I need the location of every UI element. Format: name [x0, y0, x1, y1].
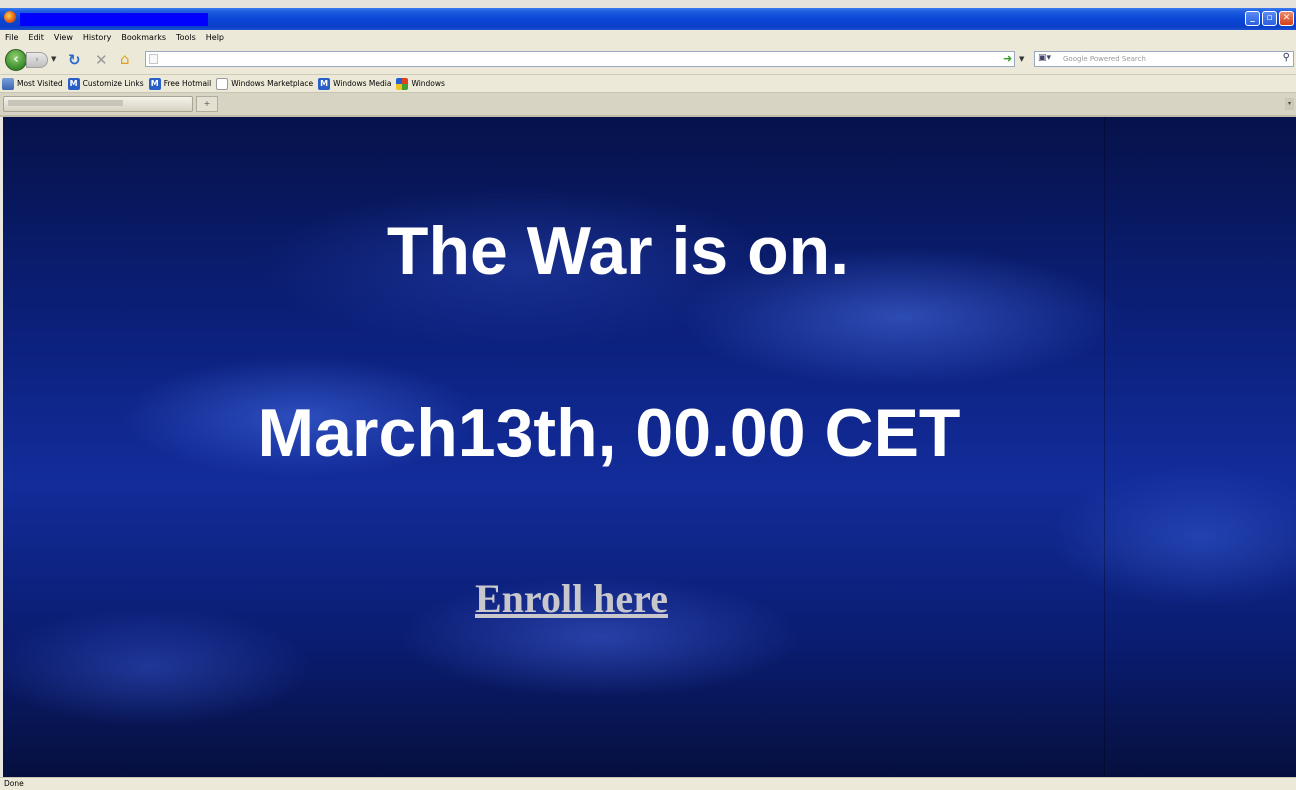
- firefox-icon[interactable]: [4, 11, 16, 23]
- forward-arrow-icon: ›: [35, 55, 39, 65]
- history-dropdown-icon[interactable]: ▼: [51, 55, 56, 63]
- forward-button[interactable]: ›: [26, 52, 48, 68]
- page-content: The War is on. March13th, 00.00 CET Enro…: [0, 117, 1296, 777]
- bookmarks-toolbar: Most Visited M Customize Links M Free Ho…: [0, 75, 1296, 93]
- minimize-button[interactable]: _: [1245, 11, 1260, 26]
- back-button[interactable]: ‹: [5, 49, 27, 71]
- tab-current[interactable]: [3, 96, 193, 112]
- tab-title: [8, 100, 123, 106]
- url-dropdown-icon[interactable]: ▼: [1019, 55, 1024, 63]
- menu-bookmarks[interactable]: Bookmarks: [116, 33, 171, 42]
- bookmark-label: Windows Media: [333, 79, 392, 88]
- page-icon: [216, 77, 229, 90]
- menu-edit[interactable]: Edit: [23, 33, 49, 42]
- menu-view[interactable]: View: [49, 33, 78, 42]
- menu-history[interactable]: History: [78, 33, 116, 42]
- go-arrow-icon[interactable]: ➜: [1003, 52, 1012, 65]
- url-bar[interactable]: [145, 51, 1015, 67]
- list-all-tabs-button[interactable]: ▾: [1285, 98, 1294, 110]
- msn-icon: M: [148, 77, 161, 90]
- bookmark-label: Customize Links: [82, 79, 144, 88]
- bookmark-windows-media[interactable]: M Windows Media: [316, 77, 394, 90]
- desktop-strip: [0, 0, 1296, 8]
- page-headline: The War is on.: [386, 213, 850, 289]
- status-text: Done: [4, 779, 24, 788]
- status-bar: Done: [0, 777, 1296, 790]
- window-title: [20, 13, 208, 26]
- home-icon[interactable]: ⌂: [120, 50, 130, 68]
- bookmark-most-visited[interactable]: Most Visited: [0, 77, 66, 90]
- msn-icon: M: [67, 77, 80, 90]
- maximize-button[interactable]: ▫: [1262, 11, 1277, 26]
- bookmark-label: Most Visited: [17, 79, 63, 88]
- enroll-link[interactable]: Enroll here: [475, 579, 668, 619]
- site-identity-icon[interactable]: [149, 54, 158, 64]
- menu-help[interactable]: Help: [201, 33, 229, 42]
- bookmark-customize-links[interactable]: M Customize Links: [66, 77, 147, 90]
- folder-icon: [2, 77, 14, 90]
- menu-bar: File Edit View History Bookmarks Tools H…: [0, 30, 1296, 44]
- msn-icon: M: [318, 77, 331, 90]
- bookmark-free-hotmail[interactable]: M Free Hotmail: [147, 77, 215, 90]
- tab-bar: + ▾: [0, 93, 1296, 117]
- search-input[interactable]: [1063, 53, 1273, 65]
- event-date: March13th, 00.00 CET: [257, 395, 961, 471]
- menu-tools[interactable]: Tools: [171, 33, 201, 42]
- stop-icon[interactable]: ✕: [95, 51, 108, 69]
- bookmark-label: Free Hotmail: [163, 79, 212, 88]
- bookmark-windows-marketplace[interactable]: Windows Marketplace: [214, 77, 316, 90]
- search-engine-icon[interactable]: ▣▾: [1038, 53, 1051, 63]
- bookmark-label: Windows: [411, 79, 445, 88]
- search-bar[interactable]: ▣▾ ⚲: [1034, 51, 1294, 67]
- magnifier-icon[interactable]: ⚲: [1283, 52, 1290, 63]
- window-titlebar[interactable]: _ ▫ ✕: [0, 8, 1296, 30]
- reload-icon[interactable]: ↻: [68, 51, 81, 69]
- new-tab-button[interactable]: +: [196, 96, 218, 112]
- close-button[interactable]: ✕: [1279, 11, 1294, 26]
- bookmark-windows[interactable]: Windows: [394, 77, 447, 90]
- back-arrow-icon: ‹: [13, 52, 19, 67]
- windows-icon: [396, 77, 409, 90]
- bookmark-label: Windows Marketplace: [231, 79, 314, 88]
- menu-file[interactable]: File: [0, 33, 23, 42]
- navigation-toolbar: ‹ › ▼ ↻ ✕ ⌂ ➜ ▼ ▣▾ ⚲: [0, 44, 1296, 75]
